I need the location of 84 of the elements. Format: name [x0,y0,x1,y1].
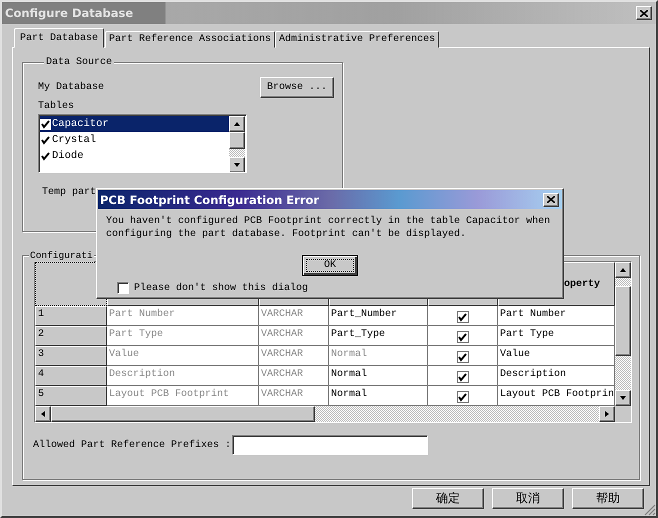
check-icon [458,352,467,362]
close-button[interactable] [543,192,559,206]
table-cell: Part Type [107,326,259,346]
check-icon [458,332,467,342]
checkbox[interactable] [117,282,129,294]
scroll-right-button[interactable] [599,406,615,422]
scroll-up-button[interactable] [615,262,631,278]
scroll-thumb[interactable] [615,286,631,356]
table-cell: VARCHAR [259,326,329,346]
check-icon [458,372,467,382]
table-cell: VARCHAR [259,386,329,406]
table-cell: Normal [329,386,428,406]
close-button[interactable] [636,6,652,20]
resize-grip-icon [644,504,656,516]
arrow-down-icon [619,394,627,402]
arrow-down-icon [233,161,241,169]
checkbox[interactable] [456,371,468,383]
table-cell: VARCHAR [259,366,329,386]
dialog-title: PCB Footprint Configuration Error [100,192,320,206]
table-cell: Normal [329,346,428,366]
table-cell: Description [107,366,259,386]
field-label: Allowed Part Reference Prefixes : [33,440,232,450]
dialog-button[interactable]: 帮助 [572,488,644,509]
checkbox-label: Please don't show this dialog [134,282,308,294]
horizontal-scrollbar[interactable] [35,406,615,422]
input-field[interactable] [232,435,428,455]
browse-button[interactable]: Browse ... [260,77,334,98]
table-cell: VARCHAR [259,306,329,326]
group-title: Configurati [29,249,94,262]
table-cell: VARCHAR [259,346,329,366]
dialog-button[interactable]: 确定 [412,488,484,509]
list-item[interactable]: Capacitor [40,116,229,132]
dialog-button[interactable]: 取消 [492,488,564,509]
check-icon [458,392,467,402]
checkbox[interactable] [40,118,51,130]
row-header: 4 [35,366,107,386]
arrow-right-icon [603,410,611,418]
window-title: Configure Database [5,6,134,20]
tab[interactable]: Part Reference Associations [105,31,276,48]
table-cell: Layout PCB Footprint [107,386,259,406]
checkbox[interactable] [456,351,468,363]
row-header: 5 [35,386,107,406]
ok-button[interactable]: OK [302,255,358,276]
scroll-thumb[interactable] [51,406,315,422]
table-cell: Part_Type [329,326,428,346]
checkbox[interactable] [456,391,468,403]
table-cell: Part Number [498,306,615,326]
table-cell: Value [107,346,259,366]
list-item[interactable]: Crystal [40,132,229,148]
table-cell: Layout PCB Footprin [498,386,615,406]
close-icon [547,196,555,203]
list-item[interactable]: Diode [40,148,229,164]
table-cell: Part Type [498,326,615,346]
tab[interactable]: Administrative Preferences [275,31,440,48]
scroll-up-button[interactable] [229,116,245,132]
vertical-scrollbar[interactable] [229,116,245,172]
arrow-left-icon [39,410,47,418]
row-header: 2 [35,326,107,346]
error-message: You haven't configured PCB Footprint correctly in the table Capacitor when configuring the part database. Footprint can't be displayed. [106,215,552,241]
item-label: Capacitor [52,118,109,130]
arrow-up-icon [233,120,241,128]
tables-label: Tables [38,101,76,114]
temp-label: Temp part [42,187,98,198]
item-label: Diode [52,150,84,162]
scroll-thumb[interactable] [229,132,245,149]
database-label: My Database [38,82,104,93]
checkbox[interactable] [456,311,468,323]
scroll-down-button[interactable] [615,390,631,406]
scroll-left-button[interactable] [35,406,51,422]
scroll-down-button[interactable] [229,157,245,172]
table-cell: Part_Number [329,306,428,326]
tab[interactable]: Part Database [14,28,104,48]
table-cell: Normal [329,366,428,386]
row-header: 3 [35,346,107,366]
item-label: Crystal [52,134,96,146]
check-icon [458,312,467,322]
vertical-scrollbar[interactable] [615,262,631,406]
close-icon [640,10,648,16]
table-cell: Value [498,346,615,366]
table-cell: Part Number [107,306,259,326]
arrow-up-icon [619,266,627,274]
row-header: 1 [35,306,107,326]
checkbox[interactable] [456,331,468,343]
table-cell: Description [498,366,615,386]
